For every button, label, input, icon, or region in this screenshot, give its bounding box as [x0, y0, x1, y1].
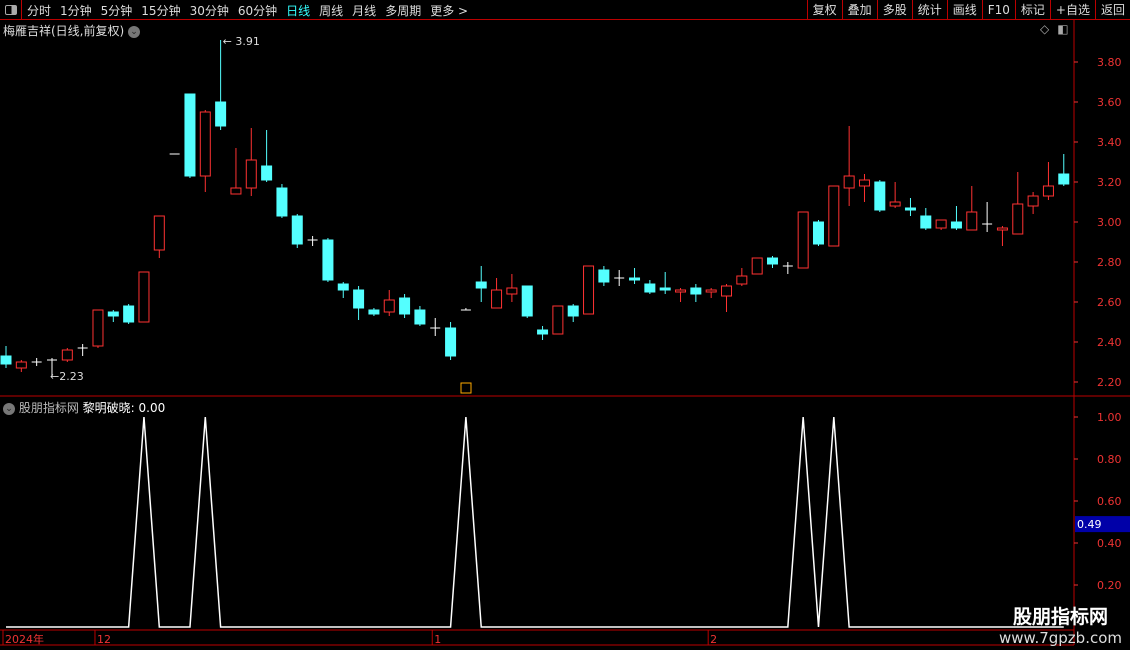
candle-up	[1027, 195, 1039, 207]
candle-down	[950, 221, 962, 229]
candle-up	[1042, 185, 1054, 197]
candle-up	[552, 305, 564, 335]
candle-up	[705, 289, 717, 293]
candle-up	[996, 227, 1008, 231]
candle-up	[199, 111, 211, 177]
candle-down	[399, 297, 411, 315]
watermark-title: 股朋指标网	[1013, 606, 1109, 628]
y-tick-label: 3.40	[1097, 136, 1122, 149]
candle-down	[629, 277, 641, 281]
y-tick-label: 3.20	[1097, 176, 1122, 189]
candle-down	[644, 283, 656, 293]
candle-down	[920, 215, 932, 229]
candle-up	[751, 257, 763, 275]
y-tick-label: 2.20	[1097, 376, 1122, 389]
candle-down	[1058, 173, 1070, 185]
candle-down	[414, 309, 426, 325]
candle-down	[567, 305, 579, 317]
candle-down	[445, 327, 457, 357]
candle-down	[322, 239, 334, 281]
candle-up	[797, 211, 809, 269]
candle-down	[184, 93, 196, 177]
candle-down	[767, 257, 778, 265]
date-label: 12	[97, 633, 111, 646]
y-tick-label: 1.00	[1097, 411, 1122, 424]
candle-down	[874, 181, 886, 211]
candle-down	[537, 329, 549, 335]
candle-down	[261, 165, 273, 181]
candle-up	[491, 289, 503, 309]
watermark-url: www.7gpzb.com	[999, 629, 1122, 647]
low-label: ←2.23	[50, 370, 84, 383]
candle-up	[675, 289, 687, 293]
candle-up	[1012, 203, 1024, 235]
date-label: 2	[710, 633, 717, 646]
date-label: 2024年	[5, 632, 44, 646]
candle-down	[690, 287, 702, 295]
y-tick-label: 0.60	[1097, 495, 1122, 508]
candle-up	[92, 309, 104, 347]
chart-canvas[interactable]: 3.80 3.60 3.40 3.20 3.00 2.80 2.60 2.40 2.20 ← 3.…	[0, 0, 1130, 650]
candle-up	[858, 179, 870, 187]
candle-down	[215, 101, 227, 127]
candle-down	[659, 287, 671, 291]
candle-up	[230, 187, 242, 195]
candle-up	[736, 275, 748, 285]
indicator-line	[6, 416, 1064, 628]
watermark: 股朋指标网 www.7gpzb.com	[999, 602, 1122, 647]
y-tick-label: 3.60	[1097, 96, 1122, 109]
candle-up	[889, 201, 901, 207]
candle-down	[521, 285, 533, 317]
candle-up	[61, 349, 73, 361]
date-label: 1	[434, 633, 441, 646]
y-tick-label: 0.40	[1097, 537, 1122, 550]
candle-down	[904, 207, 916, 211]
candle-down	[276, 187, 288, 217]
candle-down	[598, 269, 610, 283]
candle-up	[138, 271, 150, 323]
y-tick-label: 0.80	[1097, 453, 1122, 466]
y-tick-label: 0.20	[1097, 579, 1122, 592]
y-tick-label: 3.00	[1097, 216, 1122, 229]
candle-down	[291, 215, 303, 245]
candle-up	[153, 215, 165, 251]
candle-up	[383, 299, 395, 313]
candle-up	[15, 361, 27, 369]
candle-down	[353, 289, 365, 309]
candle-down	[107, 311, 119, 317]
candle-up	[721, 285, 733, 297]
marker-icon	[460, 382, 472, 394]
candle-down	[0, 355, 12, 365]
candle-up	[583, 265, 595, 315]
candle-down	[123, 305, 135, 323]
candle-up	[935, 219, 947, 229]
current-value-label: 0.49	[1077, 518, 1102, 531]
candle-up	[966, 211, 978, 231]
candle-down	[337, 283, 349, 291]
y-tick-label: 3.80	[1097, 56, 1122, 69]
candle-up	[245, 159, 257, 189]
y-tick-label: 2.80	[1097, 256, 1122, 269]
high-label: ← 3.91	[223, 35, 260, 48]
candle-down	[368, 309, 380, 315]
candle-down	[812, 221, 824, 245]
candle-up	[828, 185, 840, 247]
candle-up	[843, 175, 855, 189]
candle-down	[475, 281, 487, 289]
y-tick-label: 2.60	[1097, 296, 1122, 309]
candle-up	[506, 287, 518, 295]
y-tick-label: 2.40	[1097, 336, 1122, 349]
